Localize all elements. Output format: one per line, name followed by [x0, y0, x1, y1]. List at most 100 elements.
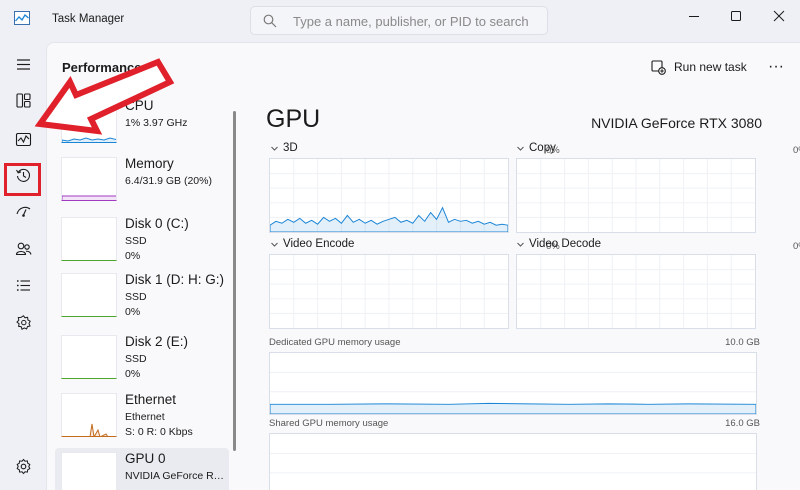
device-item-0[interactable]: CPU 1% 3.97 GHz: [55, 95, 229, 153]
device-thumbnail: [61, 393, 117, 437]
shared-memory-graph-svg: [270, 452, 756, 474]
device-detail: SSD: [125, 291, 147, 303]
maximize-button[interactable]: [721, 6, 751, 26]
engine-pct: 0%: [793, 145, 800, 156]
shared-memory-label: Shared GPU memory usage: [269, 418, 389, 429]
device-name: Disk 0 (C:): [125, 216, 189, 231]
engine-label: Video Decode: [529, 238, 602, 250]
device-detail-secondary: 0%: [125, 250, 141, 262]
chevron-down-icon: [517, 242, 524, 247]
dedicated-memory-graph-svg: [270, 371, 756, 414]
nav-performance[interactable]: [8, 124, 38, 154]
engine-video-decode-graph-svg: [517, 255, 755, 328]
engine-video-encode-graph: [269, 254, 509, 329]
task-manager-app-icon: [14, 11, 30, 25]
device-detail: SSD: [125, 235, 147, 247]
gpu-title: GPU: [266, 105, 321, 133]
startup-apps-icon: [15, 206, 30, 217]
device-thumbnail: [61, 335, 117, 379]
device-name: GPU 0: [125, 451, 166, 466]
device-name: Ethernet: [125, 392, 177, 407]
device-detail: Ethernet: [125, 411, 165, 423]
engine-3d-graph: [269, 158, 509, 233]
chevron-down-icon: [271, 146, 278, 151]
nav-settings[interactable]: [8, 451, 38, 481]
engine-video-encode-graph-svg: [270, 255, 508, 328]
device-item-1[interactable]: Memory 6.4/31.9 GB (20%): [55, 153, 229, 211]
settings-icon: [16, 458, 30, 474]
device-item-3[interactable]: Disk 1 (D: H: G:) SSD 0%: [55, 269, 229, 327]
engine-copy-graph-svg: [517, 159, 755, 232]
device-detail: NVIDIA GeForce RTX 3080: [125, 470, 229, 482]
more-options-button[interactable]: ···: [763, 56, 789, 78]
main-panel: Performance Run new task ··· CPU 1% 3.97 …: [46, 42, 800, 490]
gpu-model: NVIDIA GeForce RTX 3080: [591, 115, 762, 131]
engine-3d-graph-svg: [270, 159, 508, 232]
engine-copy-dropdown[interactable]: Copy: [516, 142, 556, 154]
device-thumbnail: [61, 157, 117, 201]
engine-video-encode-dropdown[interactable]: Video Encode: [270, 238, 354, 250]
hamburger-menu-button[interactable]: [8, 49, 38, 79]
nav-users[interactable]: [8, 233, 38, 263]
gpu-detail-pane: GPU NVIDIA GeForce RTX 3080 3D 0% Copy 0…: [247, 95, 800, 490]
engine-video-decode-graph: [516, 254, 756, 329]
engine-video-decode-dropdown[interactable]: Video Decode: [516, 238, 601, 250]
device-detail: SSD: [125, 353, 147, 365]
device-list: CPU 1% 3.97 GHz Memory 6.4/31.9 GB (20%) Dis…: [51, 95, 235, 490]
shared-memory-value: 16.0 GB: [725, 418, 760, 429]
device-name: Memory: [125, 156, 174, 171]
app-title: Task Manager: [52, 13, 125, 25]
dedicated-memory-value: 10.0 GB: [725, 337, 760, 348]
chevron-down-icon: [271, 242, 278, 247]
device-thumbnail: [61, 217, 117, 261]
more-options-icon: ···: [768, 58, 784, 75]
device-thumbnail: [61, 273, 117, 317]
device-detail-secondary: 0%: [125, 368, 141, 380]
hamburger-menu-icon: [16, 58, 30, 70]
page-title: Performance: [62, 60, 142, 75]
device-item-4[interactable]: Disk 2 (E:) SSD 0%: [55, 331, 229, 389]
device-item-5[interactable]: Ethernet Ethernet S: 0 R: 0 Kbps: [55, 389, 229, 447]
run-new-task-button[interactable]: Run new task: [651, 56, 747, 78]
device-name: CPU: [125, 98, 154, 113]
nav-processes[interactable]: [8, 85, 38, 115]
nav-services[interactable]: [8, 307, 38, 337]
device-detail: 1% 3.97 GHz: [125, 117, 188, 129]
device-detail: 6.4/31.9 GB (20%): [125, 175, 212, 187]
close-button[interactable]: [764, 6, 794, 26]
search-input[interactable]: Type a name, publisher, or PID to search: [250, 6, 548, 35]
device-list-scrollbar[interactable]: [233, 111, 236, 451]
minimize-button[interactable]: [679, 6, 709, 26]
nav-startup-apps[interactable]: [8, 196, 38, 226]
search-icon: [263, 14, 277, 28]
services-icon: [15, 314, 31, 330]
dedicated-memory-label: Dedicated GPU memory usage: [269, 337, 401, 348]
device-detail-secondary: S: 0 R: 0 Kbps: [125, 426, 193, 438]
dedicated-memory-graph: [269, 352, 757, 415]
run-task-icon: [651, 59, 666, 75]
device-item-2[interactable]: Disk 0 (C:) SSD 0%: [55, 213, 229, 271]
performance-highlight-box: [4, 163, 41, 196]
performance-icon: [15, 132, 31, 146]
details-icon: [16, 279, 30, 291]
navigation-rail: [0, 40, 46, 490]
processes-icon: [15, 92, 31, 108]
title-bar: Task Manager Type a name, publisher, or …: [0, 0, 800, 40]
device-name: Disk 1 (D: H: G:): [125, 272, 225, 287]
chevron-down-icon: [517, 146, 524, 151]
nav-details[interactable]: [8, 270, 38, 300]
device-thumbnail-graph: [62, 137, 116, 142]
device-item-6[interactable]: GPU 0 NVIDIA GeForce RTX 3080: [55, 448, 229, 490]
device-thumbnail-graph: [62, 195, 116, 200]
users-icon: [15, 242, 31, 255]
device-thumbnail: [61, 99, 117, 143]
engine-label: Copy: [529, 142, 556, 154]
device-thumbnail: [61, 452, 117, 490]
engine-copy-graph: [516, 158, 756, 233]
device-detail-secondary: 0%: [125, 306, 141, 318]
engine-label: Video Encode: [283, 238, 355, 250]
device-thumbnail-graph: [89, 423, 108, 436]
device-name: Disk 2 (E:): [125, 334, 189, 349]
shared-memory-graph: [269, 433, 757, 490]
engine-3d-dropdown[interactable]: 3D: [270, 142, 298, 154]
